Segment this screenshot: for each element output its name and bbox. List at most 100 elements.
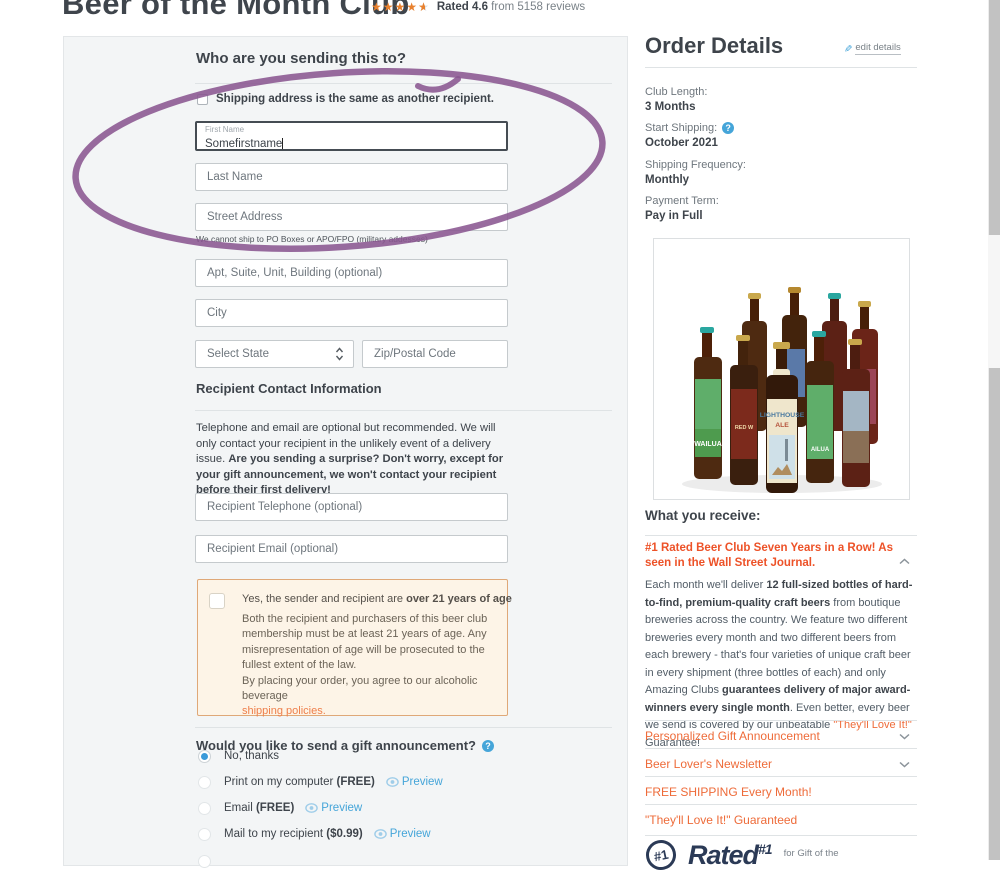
rated-number-one-logo: #1 Rated#1 for Gift of the [646, 840, 839, 871]
newsletter-link[interactable]: Beer Lover's Newsletter [645, 757, 772, 771]
preview-link[interactable]: Preview [305, 802, 362, 814]
po-box-note: We cannot ship to PO Boxes or APO/FPO (m… [196, 234, 428, 244]
edit-details-label: edit details [855, 42, 900, 55]
order-details-heading: Order Details [645, 33, 783, 59]
radio-icon[interactable] [198, 776, 211, 789]
scrollbar-thumb[interactable] [988, 235, 1000, 368]
gift-option-no-thanks[interactable]: No, thanks [198, 749, 279, 763]
street-address-field[interactable] [195, 203, 508, 231]
edit-details-link[interactable]: ✎ edit details [843, 42, 901, 55]
gift-option-price: (FREE) [336, 776, 374, 788]
city-field[interactable] [195, 299, 508, 327]
detail-club-length: Club Length: 3 Months [645, 85, 707, 115]
text-caret [282, 138, 283, 149]
rating-count: from 5158 reviews [491, 1, 585, 13]
divider [645, 67, 917, 68]
gift-option-partial[interactable] [198, 854, 211, 868]
gift-option-print[interactable]: Print on my computer (FREE) Preview [198, 775, 443, 789]
gift-option-label: No, thanks [224, 750, 279, 762]
same-address-label: Shipping address is the same as another … [216, 93, 494, 105]
detail-label: Payment Term: [645, 194, 719, 208]
age-body-2: By placing your order, you agree to our … [242, 675, 477, 702]
recipient-email-field[interactable] [195, 535, 508, 563]
gift-option-text: Mail to my recipient [224, 828, 326, 840]
preview-label: Preview [402, 776, 443, 788]
contact-note-bold: Are you sending a surprise? Don't worry,… [196, 453, 503, 496]
gift-option-price: (FREE) [256, 802, 294, 814]
zip-field[interactable] [362, 340, 508, 368]
detail-shipping-frequency: Shipping Frequency: Monthly [645, 158, 746, 188]
chevron-down-icon[interactable] [899, 761, 910, 768]
detail-label: Club Length: [645, 85, 707, 99]
club-description: Each month we'll deliver 12 full-sized b… [645, 577, 913, 752]
same-address-checkbox[interactable] [197, 94, 208, 105]
bottle-label-ailua: AILUA [811, 447, 830, 453]
gift-option-email[interactable]: Email (FREE) Preview [198, 801, 362, 815]
radio-icon[interactable] [198, 828, 211, 841]
eye-icon [386, 777, 399, 787]
state-select[interactable]: Select State [195, 340, 354, 368]
radio-icon[interactable] [198, 855, 211, 868]
gift-option-mail[interactable]: Mail to my recipient ($0.99) Preview [198, 827, 431, 841]
detail-start-shipping: Start Shipping: ? October 2021 [645, 121, 734, 151]
star-icon: ★ [383, 1, 395, 13]
radio-icon[interactable] [198, 802, 211, 815]
apt-suite-field[interactable] [195, 259, 508, 287]
rating-summary: ★★★★★★ Rated 4.6 from 5158 reviews [371, 1, 585, 13]
half-star-icon: ★★ [418, 1, 430, 13]
guaranteed-link[interactable]: "They'll Love It!" Guaranteed [645, 813, 797, 827]
product-image-beer-bottles: WAILUA RED W AILUA LIGHTHOUSE ALE [653, 238, 910, 500]
select-stepper-icon [335, 347, 344, 361]
gift-option-text: Email [224, 802, 256, 814]
gift-option-label: Email (FREE) [224, 802, 294, 814]
divider [645, 535, 917, 536]
rated-word: Rated [688, 840, 758, 870]
recipient-form-card: Who are you sending this to? Shipping ad… [63, 36, 628, 866]
number-one-badge-icon: #1 [643, 837, 679, 873]
chevron-up-icon[interactable] [899, 558, 910, 565]
page-title: Beer of the Month Club [62, 0, 410, 22]
eye-icon [305, 803, 318, 813]
detail-label: Start Shipping: [645, 121, 717, 135]
preview-link[interactable]: Preview [386, 776, 443, 788]
rated-club-headline[interactable]: #1 Rated Beer Club Seven Years in a Row!… [645, 541, 897, 571]
detail-payment-term: Payment Term: Pay in Full [645, 194, 719, 224]
detail-value: Pay in Full [645, 208, 719, 224]
chevron-down-icon[interactable] [899, 733, 910, 740]
radio-selected-icon[interactable] [198, 750, 211, 763]
personalized-gift-link[interactable]: Personalized Gift Announcement [645, 729, 820, 743]
age-checkbox[interactable] [209, 593, 225, 609]
recipient-phone-field[interactable] [195, 493, 508, 521]
preview-link[interactable]: Preview [374, 828, 431, 840]
first-name-field[interactable]: First Name Somefirstname [195, 121, 508, 151]
age-body: Both the recipient and purchasers of thi… [242, 612, 502, 720]
star-rating-icon: ★★★★★★ [371, 1, 430, 13]
help-icon[interactable]: ? [722, 122, 734, 134]
star-icon: ★ [371, 1, 383, 13]
age-body-1: Both the recipient and purchasers of thi… [242, 613, 487, 671]
help-icon[interactable]: ? [482, 740, 494, 752]
age-text: Yes, the sender and recipient are over 2… [242, 593, 502, 720]
star-icon: ★ [406, 1, 418, 13]
bottle-label-ale: ALE [775, 422, 789, 429]
detail-value: October 2021 [645, 135, 734, 151]
bottle-label-lighthouse: LIGHTHOUSE [760, 412, 805, 419]
shipping-policies-link[interactable]: shipping policies. [242, 705, 326, 717]
age-title: Yes, the sender and recipient are over 2… [242, 593, 502, 605]
last-name-field[interactable] [195, 163, 508, 191]
preview-label: Preview [390, 828, 431, 840]
rating-text: Rated 4.6 from 5158 reviews [437, 1, 585, 13]
detail-value: Monthly [645, 172, 746, 188]
beer-bottles-illustration: WAILUA RED W AILUA LIGHTHOUSE ALE [654, 239, 909, 499]
star-icon: ★ [395, 1, 407, 13]
gift-option-text: Print on my computer [224, 776, 336, 788]
divider [645, 748, 917, 749]
divider [645, 720, 917, 721]
pencil-icon: ✎ [842, 44, 853, 52]
free-shipping-link[interactable]: FREE SHIPPING Every Month! [645, 785, 812, 799]
eye-icon [374, 829, 387, 839]
rating-value: Rated 4.6 [437, 1, 488, 13]
scrollbar-track[interactable] [988, 0, 1000, 860]
age-verification-box: Yes, the sender and recipient are over 2… [197, 579, 508, 716]
state-select-value: Select State [207, 348, 269, 360]
